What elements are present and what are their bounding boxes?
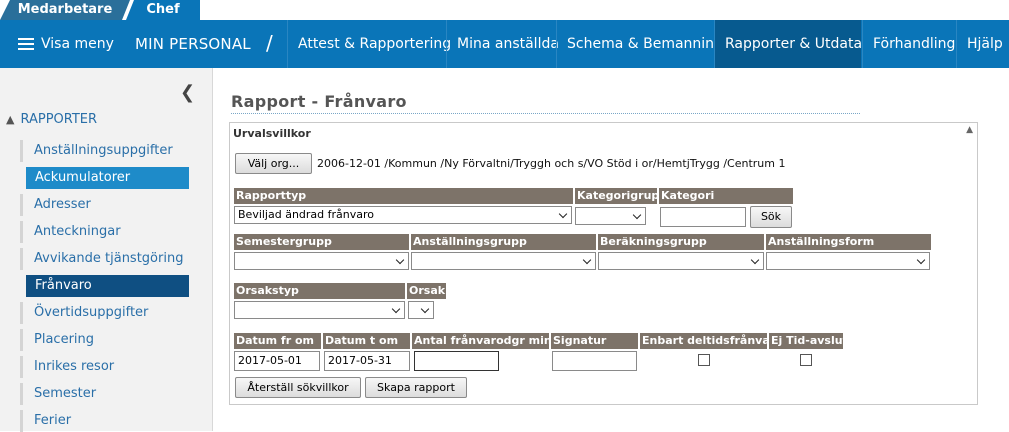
nav-rapporter-utdata[interactable]: Rapporter & Utdata [714, 20, 862, 68]
rapporttyp-label: Rapporttyp [234, 188, 573, 204]
tab-chef[interactable]: Chef [126, 0, 200, 20]
signatur-label: Signatur [551, 333, 638, 349]
anstallningsform-select[interactable] [766, 252, 930, 270]
collapse-sidebar-icon[interactable]: ❮ [180, 82, 195, 103]
reset-criteria-button[interactable]: Återställ sökvillkor [235, 377, 361, 398]
sidebar-item-ferier[interactable]: Ferier [20, 410, 190, 432]
brand-separator: / [266, 31, 273, 55]
show-menu-button[interactable]: Visa meny [18, 20, 114, 68]
kategorigrupp-label: Kategorigrupp [575, 188, 657, 204]
antal-franvarodagar-input[interactable] [414, 351, 499, 371]
sidebar-item-placering[interactable]: Placering [20, 329, 190, 351]
sidebar-item-avvikande-tjanstgoring[interactable]: Avvikande tjänstgöring [20, 248, 190, 270]
app-brand[interactable]: MIN PERSONAL [135, 20, 251, 68]
nav-hjalp[interactable]: Hjälp [956, 20, 1009, 68]
kategorigrupp-select[interactable] [575, 207, 646, 225]
chevron-up-icon: ▲ [6, 113, 15, 126]
org-path: 2006-12-01 /Kommun /Ny Förvaltni/Tryggh … [317, 157, 786, 170]
sidebar: ❮ ▲ RAPPORTER Anställningsuppgifter Ackum… [0, 68, 213, 432]
datum-from-label: Datum fr om [234, 333, 321, 349]
sidebar-item-inrikes-resor[interactable]: Inrikes resor [20, 356, 190, 378]
datum-tom-label: Datum t om [323, 333, 410, 349]
enbart-deltid-label: Enbart deltidsfrånvaro [640, 333, 767, 349]
tab-medarbetare[interactable]: Medarbetare [0, 0, 130, 20]
sidebar-section-rapporter[interactable]: ▲ RAPPORTER [6, 112, 97, 127]
nav-schema-bemanning[interactable]: Schema & Bemanning [556, 20, 733, 68]
anstallningsform-label: Anställningsform [766, 234, 931, 250]
nav-mina-anstallda[interactable]: Mina anställda [446, 20, 569, 68]
sidebar-item-overtidsuppgifter[interactable]: Övertidsuppgifter [20, 302, 190, 324]
top-tabs: Medarbetare Chef [0, 0, 1009, 20]
show-menu-label: Visa meny [41, 36, 114, 52]
nav-attest-rapportering[interactable]: Attest & Rapportering [287, 20, 461, 68]
sidebar-item-anstallningsuppgifter[interactable]: Anställningsuppgifter [20, 140, 190, 162]
orsak-label: Orsak [407, 283, 446, 299]
rapporttyp-select[interactable]: Beviljad ändrad frånvaro [234, 206, 572, 224]
panel-title: Urvalsvillkor [233, 127, 311, 140]
collapse-panel-icon[interactable]: ▲ [966, 125, 973, 135]
title-divider [231, 113, 860, 114]
orsakstyp-label: Orsakstyp [234, 283, 405, 299]
sidebar-item-semester[interactable]: Semester [20, 383, 190, 405]
search-button[interactable]: Sök [750, 206, 792, 228]
sidebar-section-label: RAPPORTER [20, 112, 98, 127]
antal-franvarodagar-label: Antal frånvarodgr minst [412, 333, 549, 349]
datum-from-input[interactable]: 2017-05-01 [234, 351, 320, 371]
orsakstyp-select[interactable] [234, 301, 405, 319]
anstallningsgrupp-label: Anställningsgrupp [411, 234, 596, 250]
sidebar-item-ackumulatorer[interactable]: Ackumulatorer [26, 167, 189, 189]
semestergrupp-select[interactable] [234, 252, 409, 270]
hamburger-icon [18, 38, 34, 50]
datum-tom-input[interactable]: 2017-05-31 [324, 351, 410, 371]
ej-tid-avslut-label: Ej Tid-avslut [769, 333, 843, 349]
main-navbar: Visa meny MIN PERSONAL / Attest & Rappor… [0, 20, 1009, 68]
semestergrupp-label: Semestergrupp [234, 234, 409, 250]
page-title: Rapport - Frånvaro [231, 92, 407, 111]
kategori-input[interactable] [660, 207, 746, 227]
ej-tid-avslut-checkbox[interactable] [800, 354, 812, 366]
nav-forhandling[interactable]: Förhandling [862, 20, 965, 68]
sidebar-item-anteckningar[interactable]: Anteckningar [20, 221, 190, 243]
signatur-input[interactable] [552, 351, 637, 371]
orsak-select[interactable] [408, 301, 434, 319]
create-report-button[interactable]: Skapa rapport [365, 377, 467, 398]
berakningsgrupp-select[interactable] [598, 252, 764, 270]
sidebar-item-adresser[interactable]: Adresser [20, 194, 190, 216]
berakningsgrupp-label: Beräkningsgrupp [598, 234, 764, 250]
sidebar-item-franvaro[interactable]: Frånvaro [26, 275, 189, 297]
kategori-label: Kategori [659, 188, 793, 204]
anstallningsgrupp-select[interactable] [411, 252, 596, 270]
choose-org-button[interactable]: Välj org... [235, 153, 312, 174]
enbart-deltid-checkbox[interactable] [698, 354, 710, 366]
